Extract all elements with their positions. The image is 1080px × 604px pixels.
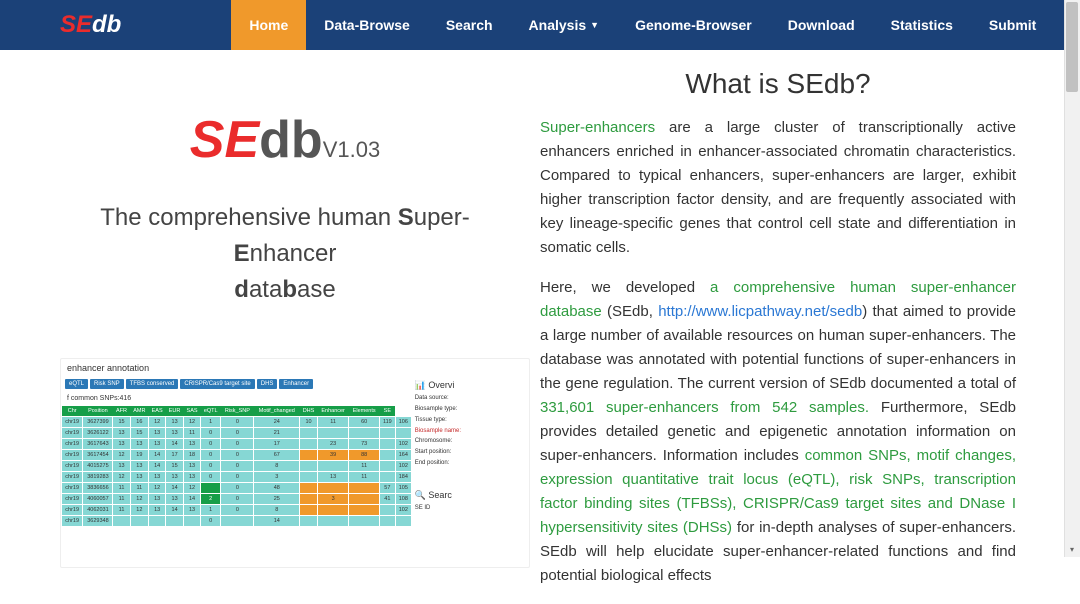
nav-statistics-label: Statistics bbox=[891, 17, 953, 33]
scrollbar-down-icon[interactable]: ▾ bbox=[1064, 541, 1080, 557]
tagline-b: b bbox=[282, 276, 297, 303]
nav-genome-browser-label: Genome-Browser bbox=[635, 17, 752, 33]
about-p2-a: Here, we developed bbox=[540, 279, 710, 296]
tagline-ase: ase bbox=[297, 276, 336, 303]
nav-data-browse-label: Data-Browse bbox=[324, 17, 410, 33]
scrollbar-thumb[interactable] bbox=[1066, 2, 1078, 92]
nav-download[interactable]: Download bbox=[770, 0, 873, 50]
tagline-e: E bbox=[234, 240, 250, 267]
nav-statistics[interactable]: Statistics bbox=[873, 0, 971, 50]
thumb-side-label: End position: bbox=[415, 458, 527, 469]
thumb-table: ChrPositionAFRAMREASEURSASeQTLRisk_SNPMo… bbox=[61, 406, 412, 527]
link-licpathway[interactable]: http://www.licpathway.net/sedb bbox=[658, 303, 862, 320]
about-paragraph-1: Super-enhancers are a large cluster of t… bbox=[540, 116, 1016, 260]
thumb-overview-label: Overvi bbox=[428, 380, 454, 390]
tagline-s: S bbox=[398, 204, 414, 231]
thumb-side-panel: 📊 Overvi Data source: Biosample type: Ti… bbox=[415, 377, 527, 514]
tagline-uper: uper- bbox=[414, 204, 470, 231]
mini-tab: Enhancer bbox=[279, 379, 313, 389]
about-heading: What is SEdb? bbox=[540, 68, 1016, 100]
about-p1-text: are a large cluster of transcriptionally… bbox=[540, 119, 1016, 256]
brand-logo[interactable]: SEdb bbox=[60, 11, 121, 39]
page-scrollbar[interactable]: ▾ bbox=[1064, 0, 1080, 557]
mini-tab: eQTL bbox=[65, 379, 88, 389]
about-p2-b: (SEdb, bbox=[602, 303, 658, 320]
nav-data-browse[interactable]: Data-Browse bbox=[306, 0, 428, 50]
hero-logo: SEdbV1.03 bbox=[60, 110, 510, 170]
nav-home[interactable]: Home bbox=[231, 0, 306, 50]
tagline: The comprehensive human Super- Enhancer d… bbox=[60, 200, 510, 308]
screenshot-thumbnail: enhancer annotation eQTL Risk SNP TFBS c… bbox=[60, 358, 530, 568]
brand-se: SE bbox=[60, 11, 92, 38]
right-column: What is SEdb? Super-enhancers are a larg… bbox=[530, 68, 1016, 604]
thumb-side-label: Biosample name: bbox=[415, 426, 527, 437]
thumb-search-label: Searc bbox=[428, 490, 452, 500]
link-super-enhancers[interactable]: Super-enhancers bbox=[540, 119, 655, 136]
hero-version: V1.03 bbox=[323, 137, 381, 162]
nav-search-label: Search bbox=[446, 17, 493, 33]
mini-tab: Risk SNP bbox=[90, 379, 124, 389]
nav-submit-label: Submit bbox=[989, 17, 1036, 33]
link-sample-count[interactable]: 331,601 super-enhancers from 542 samples… bbox=[540, 399, 869, 416]
nav-submit[interactable]: Submit bbox=[971, 0, 1054, 50]
mini-tab: TFBS conserved bbox=[126, 379, 179, 389]
nav-genome-browser[interactable]: Genome-Browser bbox=[617, 0, 770, 50]
thumb-seid-label: SE ID bbox=[415, 503, 527, 514]
tagline-ata: ata bbox=[249, 276, 282, 303]
tagline-d: d bbox=[234, 276, 249, 303]
nav-analysis-label: Analysis bbox=[529, 17, 587, 33]
nav-download-label: Download bbox=[788, 17, 855, 33]
tagline-nhancer: nhancer bbox=[250, 240, 337, 267]
thumb-title: enhancer annotation bbox=[61, 359, 529, 377]
nav-home-label: Home bbox=[249, 17, 288, 33]
mini-tab: CRISPR/Cas9 target site bbox=[180, 379, 254, 389]
thumb-side-label: Chromosome: bbox=[415, 436, 527, 447]
thumb-side-label: Data source: bbox=[415, 393, 527, 404]
tagline-pre: The comprehensive human bbox=[100, 204, 398, 231]
hero-db: db bbox=[259, 111, 323, 169]
thumb-side-label: Tissue type: bbox=[415, 415, 527, 426]
caret-down-icon: ▼ bbox=[590, 20, 599, 30]
navbar: SEdb Home Data-Browse Search Analysis▼ G… bbox=[0, 0, 1064, 50]
nav-search[interactable]: Search bbox=[428, 0, 511, 50]
thumb-side-label: Biosample type: bbox=[415, 404, 527, 415]
nav-analysis[interactable]: Analysis▼ bbox=[511, 0, 618, 50]
hero-se: SE bbox=[190, 111, 259, 169]
brand-db: db bbox=[92, 11, 121, 38]
left-column: SEdbV1.03 The comprehensive human Super-… bbox=[60, 68, 530, 604]
mini-tab: DHS bbox=[257, 379, 278, 389]
thumb-side-label: Start position: bbox=[415, 447, 527, 458]
about-paragraph-2: Here, we developed a comprehensive human… bbox=[540, 276, 1016, 588]
